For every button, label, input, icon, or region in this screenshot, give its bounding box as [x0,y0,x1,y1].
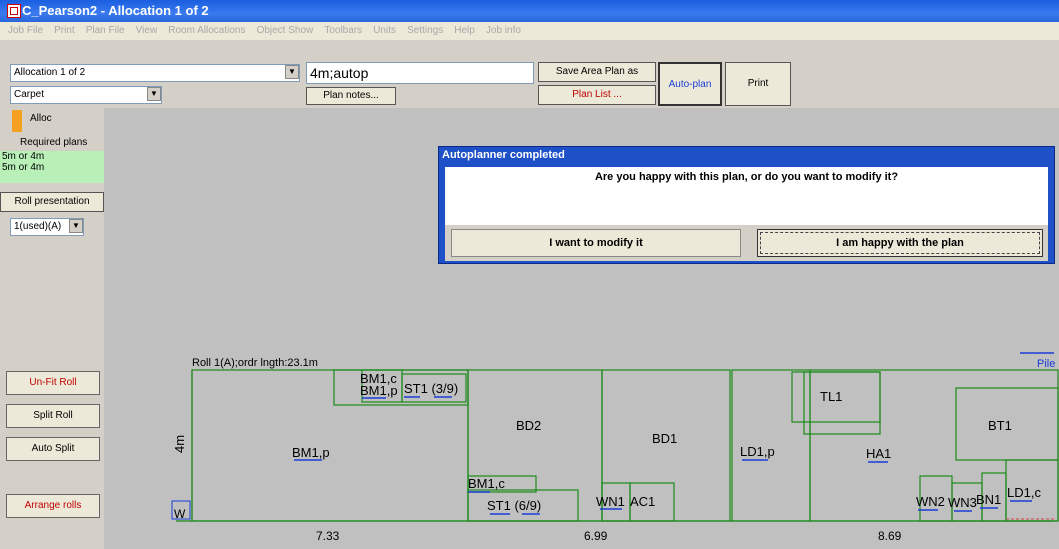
menu-room-allocations[interactable]: Room Allocations [168,25,245,36]
dialog-footer: I want to modify it I am happy with the … [445,225,1048,261]
dim-label-2: 6.99 [584,529,608,543]
label-wn3: WN3 [948,495,977,510]
alloc-label: Alloc [30,113,52,124]
roll-label: Roll 1(A);ordr lngth:23.1m [192,357,318,369]
chevron-down-icon[interactable]: ▼ [147,87,161,101]
label-bd1: BD1 [652,431,677,446]
toolbar: Allocation 1 of 2 ▼ Carpet ▼ 4m;autop Pl… [0,40,1059,108]
label-ha1: HA1 [866,446,891,461]
label-ac1: AC1 [630,494,655,509]
auto-plan-button[interactable]: Auto-plan [658,62,722,106]
label-ld1c: LD1,c [1007,485,1041,500]
title-bar: C_Pearson2 - Allocation 1 of 2 [0,0,1059,22]
autoplanner-dialog: Autoplanner completed Are you happy with… [438,146,1055,264]
unfit-roll-button[interactable]: Un-Fit Roll [6,371,100,395]
menu-print[interactable]: Print [54,25,75,36]
app-icon [7,4,21,18]
save-area-plan-button[interactable]: Save Area Plan as [538,62,656,82]
print-button[interactable]: Print [725,62,791,106]
menu-object-show[interactable]: Object Show [257,25,314,36]
alloc-indicator[interactable] [12,110,22,132]
label-st1-69: ST1 (6/9) [487,498,541,513]
dialog-title: Autoplanner completed [442,149,565,161]
menu-units[interactable]: Units [373,25,396,36]
chevron-down-icon[interactable]: ▼ [69,219,83,233]
required-plans-label: Required plans [20,137,88,148]
label-tl1: TL1 [820,389,842,404]
label-bm1c-bottom: BM1,c [468,476,505,491]
accept-plan-button[interactable]: I am happy with the plan [757,229,1043,257]
menu-job-info[interactable]: Job info [486,25,521,36]
piece-labels: BM1,c BM1,p ST1 (3/9) BM1,p BD2 BD1 BM1,… [292,371,1041,513]
label-st1-39: ST1 (3/9) [404,381,458,396]
split-roll-button[interactable]: Split Roll [6,404,100,428]
menu-view[interactable]: View [136,25,158,36]
plan-list-button[interactable]: Plan List ... [538,85,656,105]
required-plans-list: 5m or 4m 5m or 4m [0,151,104,183]
label-bm1p-top: BM1,p [360,383,398,398]
menu-plan-file[interactable]: Plan File [86,25,125,36]
label-bd2: BD2 [516,418,541,433]
roll-width-label: 4m [172,435,187,453]
roll-presentation-button[interactable]: Roll presentation [0,192,104,212]
dialog-body: Are you happy with this plan, or do you … [445,167,1048,225]
label-bm1p: BM1,p [292,445,330,460]
roll-select[interactable]: 1(used)(A) ▼ [10,218,84,236]
allocation-select-value: Allocation 1 of 2 [14,67,86,78]
label-bt1: BT1 [988,418,1012,433]
label-wn2: WN2 [916,494,945,509]
label-wn1: WN1 [596,494,625,509]
modify-plan-button[interactable]: I want to modify it [451,229,741,257]
plan-notes-button[interactable]: Plan notes... [306,87,396,105]
arrange-rolls-button[interactable]: Arrange rolls [6,494,100,518]
required-plan-item: 5m or 4m [2,162,45,173]
plan-input[interactable]: 4m;autop [306,62,534,84]
menu-bar: Job File Print Plan File View Room Alloc… [0,22,1059,40]
left-panel: Alloc Required plans 5m or 4m 5m or 4m R… [0,108,104,549]
chevron-down-icon[interactable]: ▼ [285,65,299,79]
material-select[interactable]: Carpet ▼ [10,86,162,104]
dim-label-1: 7.33 [316,529,340,543]
label-bn1: BN1 [976,492,1001,507]
roll-select-value: 1(used)(A) [14,221,62,232]
auto-split-button[interactable]: Auto Split [6,437,100,461]
dim-label-3: 8.69 [878,529,902,543]
pile-label: Pile [1037,358,1055,370]
menu-toolbars[interactable]: Toolbars [324,25,362,36]
menu-help[interactable]: Help [454,25,475,36]
material-select-value: Carpet [14,89,45,100]
w-label: W [174,507,186,521]
dialog-message: Are you happy with this plan, or do you … [594,171,899,183]
menu-settings[interactable]: Settings [407,25,443,36]
menu-job-file[interactable]: Job File [8,25,43,36]
window-title: C_Pearson2 - Allocation 1 of 2 [22,3,209,18]
required-plan-item: 5m or 4m [2,151,45,162]
label-ld1p: LD1,p [740,444,775,459]
allocation-select[interactable]: Allocation 1 of 2 ▼ [10,64,300,82]
